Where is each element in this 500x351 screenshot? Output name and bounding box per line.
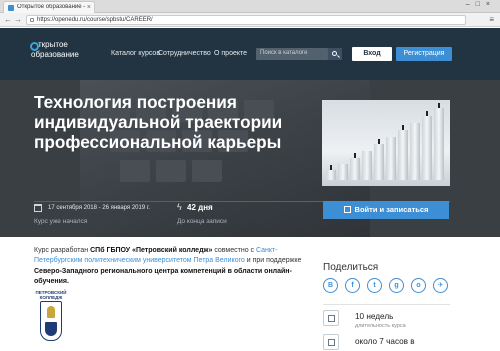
nav-about[interactable]: О проекте (214, 50, 247, 57)
tab-title: Открытое образование - Тех (17, 4, 85, 10)
login-button[interactable]: Вход (352, 47, 392, 61)
college-logo-text: ПЕТРОВСКИЙ КОЛЛЕДЖ (35, 290, 67, 300)
close-tab-icon[interactable]: × (87, 3, 91, 12)
duration-label: длительность курса (355, 323, 406, 329)
register-button[interactable]: Регистрация (396, 47, 452, 61)
enroll-button[interactable]: Войти и записаться (323, 201, 449, 219)
course-description: Курс разработан СПб ГБПОУ «Петровский ко… (34, 247, 302, 286)
course-status: Курс уже начался (34, 218, 88, 225)
lightning-icon: ϟ (177, 202, 182, 212)
search-input[interactable]: Поиск в каталоге (256, 48, 328, 60)
lock-icon (30, 18, 34, 22)
favicon-icon (8, 5, 14, 11)
days-left-label: До конца записи (177, 218, 227, 225)
search-button[interactable] (328, 48, 342, 60)
window-controls[interactable]: –□× (466, 1, 496, 8)
share-title: Поделиться (323, 262, 379, 273)
calendar-icon (34, 204, 42, 212)
odnoklassniki-share-icon[interactable]: о (411, 278, 426, 293)
duration-value: 10 недель (355, 312, 394, 321)
workload-value: около 7 часов в (355, 337, 415, 346)
days-left: 42 дня (187, 203, 213, 212)
course-cover-image (322, 100, 450, 186)
clock-workload-icon (323, 334, 339, 350)
enroll-label: Войти и записаться (354, 205, 429, 214)
forward-icon[interactable]: → (14, 15, 22, 24)
facebook-share-icon[interactable]: f (345, 278, 360, 293)
back-icon[interactable]: ← (4, 15, 12, 24)
google-share-icon[interactable]: g (389, 278, 404, 293)
url-field[interactable]: https://openedu.ru/course/spbstu/CAREER/ (26, 15, 466, 25)
twitter-share-icon[interactable]: t (367, 278, 382, 293)
address-bar: ← → https://openedu.ru/course/spbstu/CAR… (0, 13, 500, 27)
site-header: ткрытое образование Каталог курсов Сотру… (0, 28, 500, 80)
logo-text-line1: ткрытое (38, 40, 68, 49)
course-dates: 17 сентября 2018 - 26 января 2019 г. (48, 205, 150, 211)
vk-share-icon[interactable]: В (323, 278, 338, 293)
college-emblem-icon (40, 301, 62, 341)
search-icon (332, 51, 337, 56)
course-hero: Технология построения индивидуальной тра… (0, 80, 500, 237)
url-text: https://openedu.ru/course/spbstu/CAREER/ (37, 17, 153, 23)
logo-text-line2: образование (31, 50, 79, 59)
course-title: Технология построения индивидуальной тра… (34, 92, 283, 152)
college-logo: ПЕТРОВСКИЙ КОЛЛЕДЖ (34, 288, 68, 351)
nav-catalog[interactable]: Каталог курсов (111, 50, 160, 57)
nav-cooperation[interactable]: Сотрудничество (158, 50, 211, 57)
browser-menu-icon[interactable]: ≡ (489, 15, 494, 24)
browser-tab-bar: Открытое образование - Тех × –□× (0, 0, 500, 13)
browser-tab[interactable]: Открытое образование - Тех × (3, 1, 95, 13)
calendar-duration-icon (323, 310, 339, 326)
telegram-share-icon[interactable]: ✈ (433, 278, 448, 293)
sidebar-divider (323, 304, 450, 305)
edit-icon (343, 206, 351, 213)
search-placeholder: Поиск в каталоге (260, 50, 308, 56)
